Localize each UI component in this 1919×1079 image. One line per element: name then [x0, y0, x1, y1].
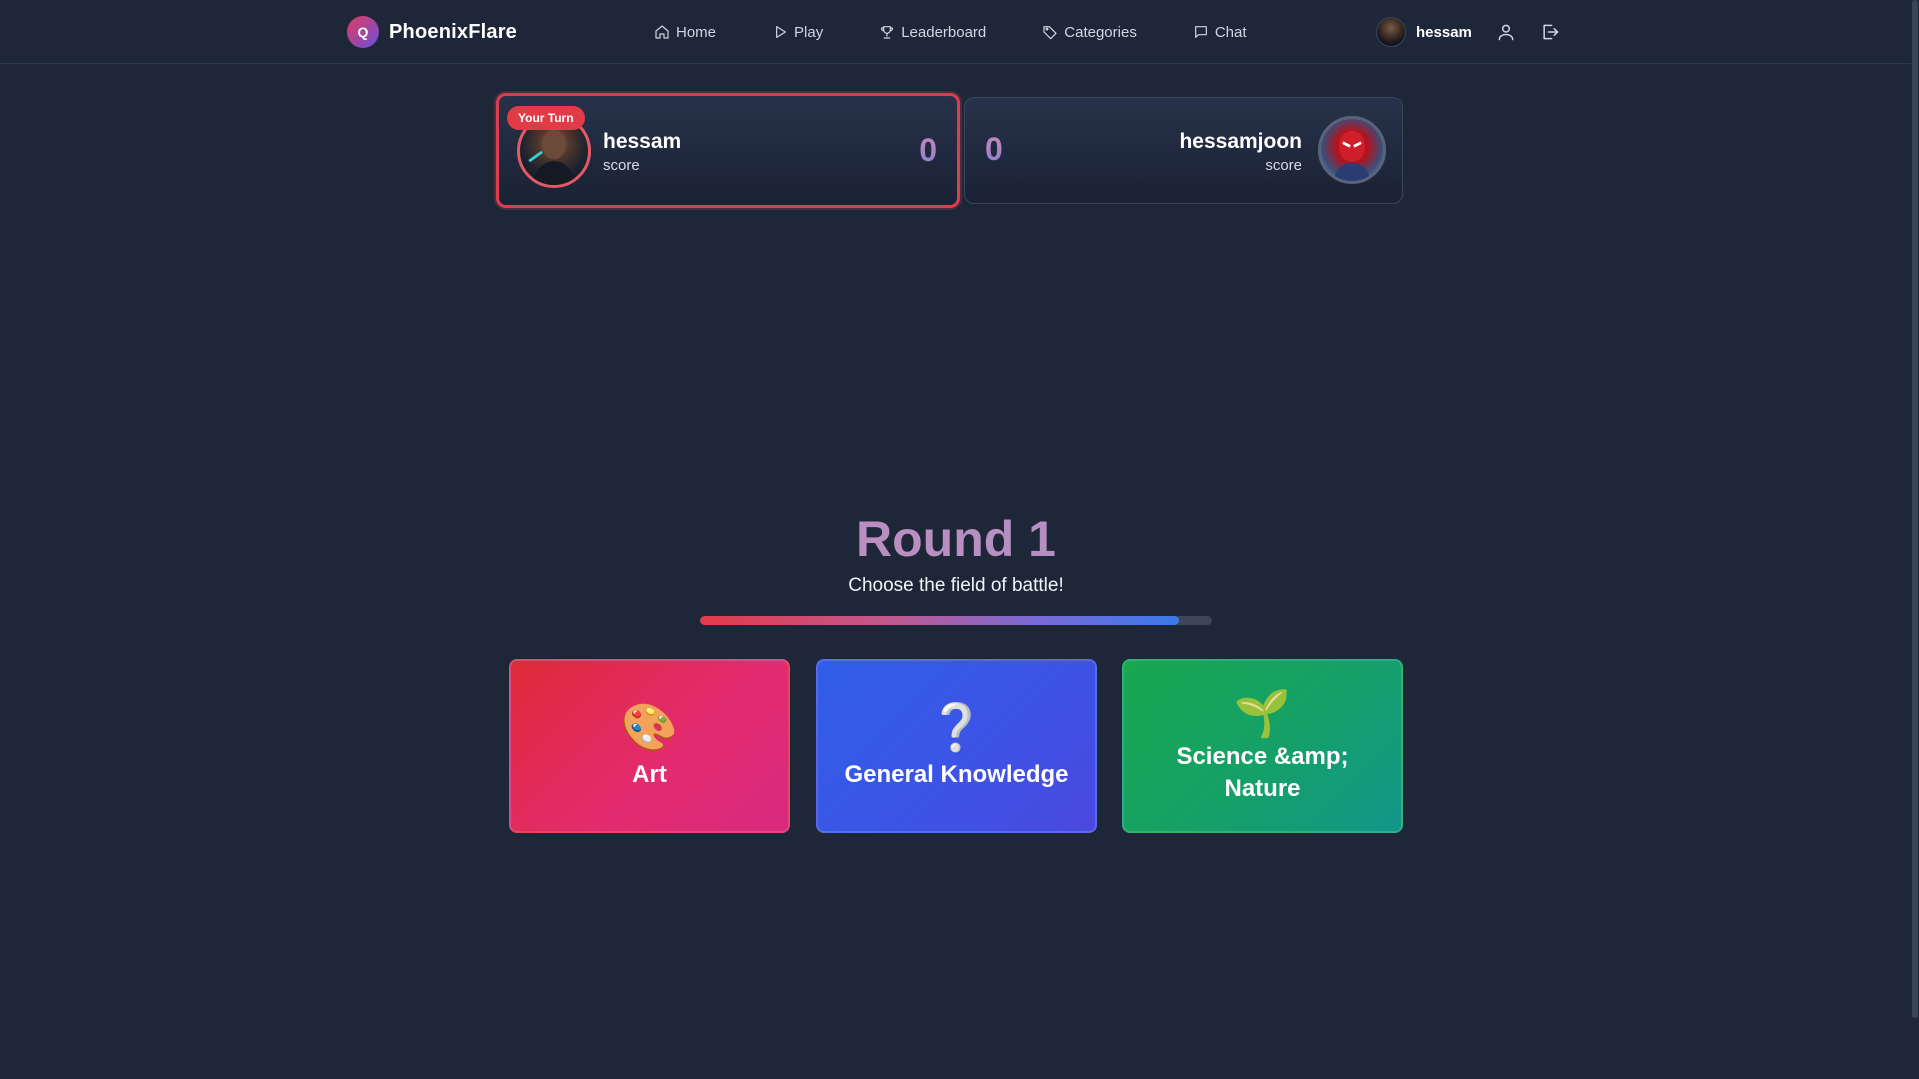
player-avatar-opponent	[1318, 116, 1386, 184]
profile-button[interactable]	[1494, 20, 1518, 44]
player-name-me: hessam	[603, 130, 682, 153]
user-area: hessam	[1376, 16, 1562, 48]
category-label-general-knowledge: General Knowledge	[844, 761, 1069, 788]
user-avatar[interactable]	[1376, 17, 1406, 47]
category-card-general-knowledge[interactable]: ❔ General Knowledge	[816, 659, 1097, 833]
app-root: Q PhoenixFlare Home Play Leaderboard Cat…	[0, 0, 1919, 1079]
player-avatar-opponent-image	[1333, 130, 1371, 181]
seedling-icon: 🌱	[1233, 687, 1292, 739]
player-score-label-me: score	[603, 157, 640, 174]
nav-leaderboard-label: Leaderboard	[901, 23, 987, 41]
brand-logo-icon: Q	[347, 16, 379, 48]
user-name[interactable]: hessam	[1416, 24, 1472, 41]
your-turn-badge: Your Turn	[507, 106, 585, 130]
nav-play[interactable]: Play	[772, 20, 823, 44]
nav-chat[interactable]: Chat	[1193, 20, 1247, 44]
top-navbar: Q PhoenixFlare Home Play Leaderboard Cat…	[0, 0, 1912, 64]
nav-leaderboard[interactable]: Leaderboard	[879, 20, 986, 44]
category-label-art: Art	[632, 761, 667, 788]
category-label-science-nature: Science &amp; Nature	[1176, 743, 1349, 802]
home-icon	[655, 25, 669, 39]
round-timer-fill	[700, 616, 1180, 625]
nav-chat-label: Chat	[1214, 23, 1247, 41]
question-mark-icon: ❔	[927, 701, 986, 753]
user-icon	[1498, 24, 1514, 41]
round-title: Round 1	[0, 510, 1912, 568]
trophy-icon	[881, 26, 894, 39]
page-scrollbar[interactable]	[1911, 0, 1919, 1079]
play-icon	[776, 26, 786, 38]
category-card-science-nature[interactable]: 🌱 Science &amp; Nature	[1122, 659, 1403, 833]
chat-icon	[1194, 26, 1207, 38]
player-card-opponent: 0 hessamjoon score	[964, 97, 1403, 204]
round-subtitle: Choose the field of battle!	[848, 575, 1064, 596]
brand-name: PhoenixFlare	[389, 20, 517, 43]
round-timer-bar	[700, 616, 1212, 625]
nav-home-label: Home	[676, 23, 717, 41]
main-nav: Home Play Leaderboard Categories Chat	[654, 20, 1247, 44]
nav-play-label: Play	[794, 23, 824, 41]
scrollbar-thumb[interactable]	[1912, 0, 1918, 1018]
nav-home[interactable]: Home	[654, 20, 716, 44]
nav-categories[interactable]: Categories	[1042, 20, 1137, 44]
logout-icon	[1543, 24, 1559, 40]
palette-icon: 🎨	[620, 701, 679, 753]
player-name-opponent: hessamjoon	[1179, 130, 1302, 153]
player-score-opponent: 0	[985, 131, 1003, 167]
brand-link[interactable]: Q PhoenixFlare	[347, 15, 517, 49]
category-card-art[interactable]: 🎨 Art	[509, 659, 790, 833]
logout-button[interactable]	[1538, 20, 1562, 44]
player-score-me: 0	[919, 132, 937, 168]
tag-icon	[1043, 26, 1057, 40]
player-score-label-opponent: score	[1265, 157, 1302, 174]
player-card-me: Your Turn hessam score 0	[496, 93, 960, 208]
nav-categories-label: Categories	[1064, 23, 1137, 41]
